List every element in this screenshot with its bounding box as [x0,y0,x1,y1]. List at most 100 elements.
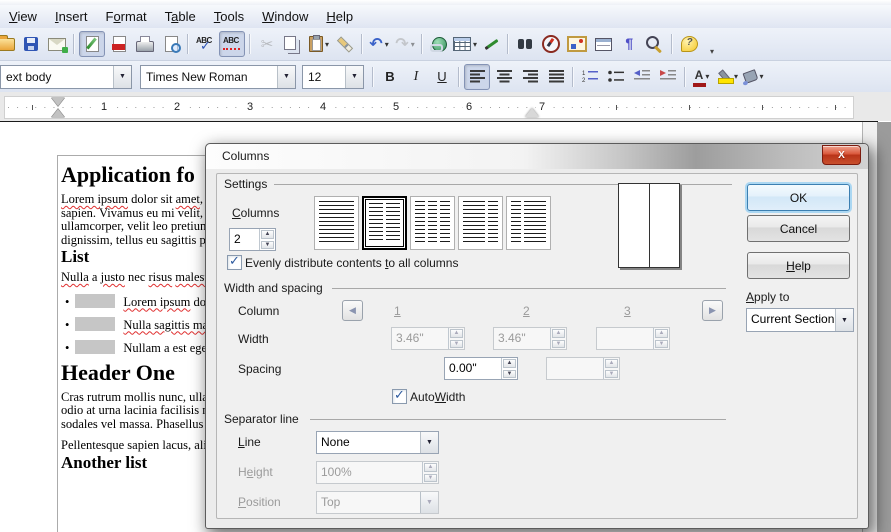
next-column-button[interactable]: ▶ [702,300,723,321]
auto-spellcheck-button[interactable] [219,31,245,57]
standard-toolbar [0,28,891,61]
font-name-select[interactable]: Times New Roman [140,65,296,89]
chevron-down-icon[interactable] [113,66,131,88]
preset-left-wide[interactable] [458,196,503,250]
help-button[interactable]: Help [747,252,850,279]
spinner-buttons [550,328,566,349]
clone-formatting-button[interactable] [333,32,357,56]
hyperlink-button[interactable] [427,32,451,56]
auto-spellcheck-icon [222,36,242,52]
redo-button [393,32,417,56]
open-icon [0,38,15,51]
font-size-select[interactable]: 12 [302,65,364,89]
menu-format[interactable]: Format [96,7,155,26]
bullet-list-button[interactable] [604,65,628,89]
align-right-button[interactable] [518,65,542,89]
spelling-button[interactable] [193,32,217,56]
spacing-input-1[interactable]: 0.00" [444,357,518,380]
decrease-indent-button[interactable] [630,65,654,89]
cancel-button[interactable]: Cancel [747,215,850,242]
position-select: Top [316,491,439,514]
column-number-3: 3 [624,304,631,318]
dialog-close-button[interactable]: X [822,145,861,165]
email-button[interactable] [45,32,69,56]
apply-to-select[interactable]: Current Section [746,308,854,332]
chevron-down-icon[interactable] [420,432,438,453]
menu-insert[interactable]: Insert [46,7,97,26]
font-color-button[interactable]: A [690,65,714,89]
page-preview-button[interactable] [159,32,183,56]
toolbar-options-button[interactable] [706,32,718,56]
background-color-button[interactable] [742,65,766,89]
horizontal-ruler[interactable]: 1 2 3 4 5 6 7 [4,96,854,119]
arrow-left-icon: ◀ [349,305,356,316]
dialog-titlebar[interactable]: Columns [206,144,868,169]
menu-tools[interactable]: Tools [205,7,253,26]
indent-marker[interactable] [51,97,65,118]
highlighting-button[interactable] [716,65,740,89]
open-button[interactable] [0,32,17,56]
numbered-list-button[interactable]: 12 [578,65,602,89]
gallery-button[interactable] [565,32,589,56]
gray-field-placeholder [75,317,115,331]
position-label: Position [238,495,281,509]
menu-table[interactable]: Table [156,7,205,26]
justify-button[interactable] [544,65,568,89]
column-number-2: 2 [523,304,530,318]
width-column1-input: 3.46" [391,327,465,350]
menu-window[interactable]: Window [253,7,317,26]
spinner-buttons[interactable] [259,229,275,250]
ok-button[interactable]: OK [747,184,850,211]
justify-icon [549,70,564,83]
ruler-row: 1 2 3 4 5 6 7 [0,92,891,121]
ruler-number: 1 [98,100,110,115]
chevron-down-icon[interactable] [835,309,853,331]
chevron-down-icon[interactable] [345,66,363,88]
save-icon [24,37,38,51]
bold-button[interactable]: B [378,65,402,89]
columns-count-input[interactable]: 2 [229,228,276,251]
export-pdf-button[interactable] [107,32,131,56]
right-indent-marker[interactable] [525,108,539,117]
data-sources-button[interactable] [591,32,615,56]
distribute-label: Evenly distribute contents to all column… [245,256,458,270]
align-center-button[interactable] [492,65,516,89]
preset-one-column[interactable] [314,196,359,250]
help-button-toolbar[interactable] [677,32,701,56]
preset-three-columns[interactable] [410,196,455,250]
zoom-button[interactable] [643,32,667,56]
underline-button[interactable]: U [430,65,454,89]
edit-file-button[interactable] [79,31,105,57]
undo-button[interactable] [367,32,391,56]
print-button[interactable] [133,32,157,56]
paste-button[interactable] [307,32,331,56]
draw-functions-button[interactable] [479,32,503,56]
insert-table-button[interactable] [453,32,477,56]
italic-button[interactable]: I [404,65,428,89]
dialog-title: Columns [222,149,269,163]
save-button[interactable] [19,32,43,56]
paragraph-style-value: ext body [1,70,113,84]
line-style-select[interactable]: None [316,431,439,454]
align-left-button[interactable] [464,64,490,90]
paragraph-style-select[interactable]: ext body [0,65,132,89]
formatting-marks-button[interactable] [617,32,641,56]
preset-right-wide[interactable] [506,196,551,250]
autowidth-checkbox[interactable] [392,389,407,404]
menu-view[interactable]: View [0,7,46,26]
navigator-icon [542,35,560,53]
group-divider [310,419,726,420]
previous-column-button[interactable]: ◀ [342,300,363,321]
find-replace-button[interactable] [513,32,537,56]
menu-help[interactable]: Help [317,7,362,26]
navigator-button[interactable] [539,32,563,56]
increase-indent-button[interactable] [656,65,680,89]
preset-two-columns[interactable] [362,196,407,250]
chevron-down-icon[interactable] [277,66,295,88]
distribute-checkbox[interactable] [227,255,242,270]
print-icon [136,41,154,52]
copy-button[interactable] [281,32,305,56]
ruler-number: 4 [317,100,329,115]
gray-field-placeholder [75,294,115,308]
spinner-buttons[interactable] [501,358,517,379]
